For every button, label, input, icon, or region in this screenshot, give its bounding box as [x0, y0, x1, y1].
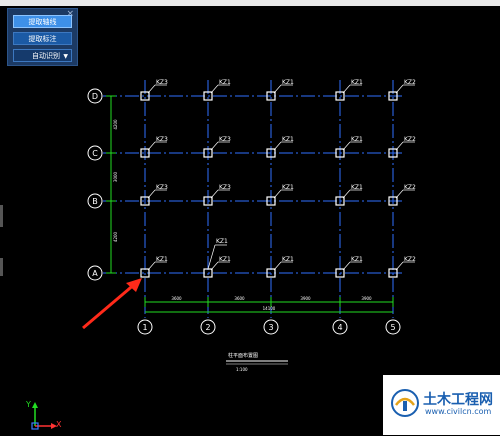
column-leader [147, 141, 156, 151]
column-label: KZ1 [282, 79, 294, 86]
recognition-tool-panel: × 提取轴线 提取标注 自动识别 ▼ [7, 8, 78, 66]
column-leader [342, 189, 351, 199]
extract-axis-label: 提取轴线 [28, 18, 57, 26]
axis-label-1: 1 [142, 323, 147, 332]
vertical-dimension-text: 3000 [113, 171, 118, 182]
chevron-down-icon[interactable]: ▼ [63, 50, 68, 63]
ucs-y-label: Y [26, 400, 31, 409]
column-leader [273, 261, 282, 271]
auto-recognize-label: 自动识别 [32, 52, 60, 60]
column-leader [395, 189, 404, 199]
column-label: KZ1 [219, 79, 231, 86]
column-label: KZ1 [282, 256, 294, 263]
extra-column-label: KZ1 [216, 238, 228, 245]
column-leader [147, 261, 156, 271]
drawing-title: 柱平面布置图 [228, 352, 258, 359]
column-label: KZ1 [282, 136, 294, 143]
column-label: KZ1 [351, 184, 363, 191]
auto-recognize-dropdown[interactable]: 自动识别 ▼ [13, 49, 72, 62]
axis-label-D: D [92, 92, 98, 101]
vertical-dimension-text: 4200 [113, 119, 118, 130]
column-leader [395, 141, 404, 151]
site-logo-icon [391, 389, 419, 417]
column-leader [210, 84, 219, 94]
column-leader [273, 141, 282, 151]
column-leader [210, 141, 219, 151]
column-label: KZ3 [156, 136, 168, 143]
horizontal-dimension-text: 3600 [171, 296, 182, 301]
column-label: KZ3 [219, 136, 231, 143]
column-label: KZ1 [351, 136, 363, 143]
axis-label-5: 5 [390, 323, 395, 332]
column-label: KZ1 [351, 79, 363, 86]
extract-dimension-button[interactable]: 提取标注 [13, 32, 72, 45]
column-label: KZ3 [219, 184, 231, 191]
extract-dimension-label: 提取标注 [28, 35, 57, 43]
column-leader [210, 261, 219, 271]
column-label: KZ2 [404, 256, 416, 263]
red-pointer-arrow [82, 281, 137, 330]
total-dimension-text: 14100 [263, 306, 276, 311]
column-leader [342, 84, 351, 94]
column-label: KZ1 [351, 256, 363, 263]
watermark-title: 土木工程网 [423, 392, 493, 408]
column-leader [395, 261, 404, 271]
ucs-x-label: X [56, 420, 62, 429]
extra-leader [207, 244, 216, 270]
drawing-subtitle: 1:100 [236, 367, 248, 372]
axis-label-B: B [92, 197, 98, 206]
site-watermark: 土木工程网 www.civilcn.com [383, 375, 500, 435]
extract-axis-button[interactable]: 提取轴线 [13, 15, 72, 28]
horizontal-dimension-text: 3900 [361, 296, 372, 301]
column-leader [147, 189, 156, 199]
axis-label-A: A [92, 269, 98, 278]
horizontal-dimension-text: 3900 [300, 296, 311, 301]
column-leader [147, 84, 156, 94]
vertical-dimension-text: 4200 [113, 231, 118, 242]
column-label: KZ3 [156, 79, 168, 86]
axis-label-4: 4 [337, 323, 342, 332]
ucs-icon: Y X [26, 400, 66, 436]
column-label: KZ2 [404, 184, 416, 191]
column-label: KZ3 [156, 184, 168, 191]
column-leader [395, 84, 404, 94]
column-label: KZ1 [282, 184, 294, 191]
horizontal-dimension-text: 3600 [234, 296, 245, 301]
column-label: KZ2 [404, 136, 416, 143]
column-label: KZ1 [156, 256, 168, 263]
axis-label-C: C [92, 149, 98, 158]
column-leader [342, 141, 351, 151]
column-leader [273, 189, 282, 199]
axis-label-2: 2 [205, 323, 210, 332]
axis-label-3: 3 [268, 323, 273, 332]
column-label: KZ2 [404, 79, 416, 86]
column-leader [273, 84, 282, 94]
column-leader [210, 189, 219, 199]
column-leader [342, 261, 351, 271]
column-label: KZ1 [219, 256, 231, 263]
watermark-url: www.civilcn.com [425, 407, 492, 416]
